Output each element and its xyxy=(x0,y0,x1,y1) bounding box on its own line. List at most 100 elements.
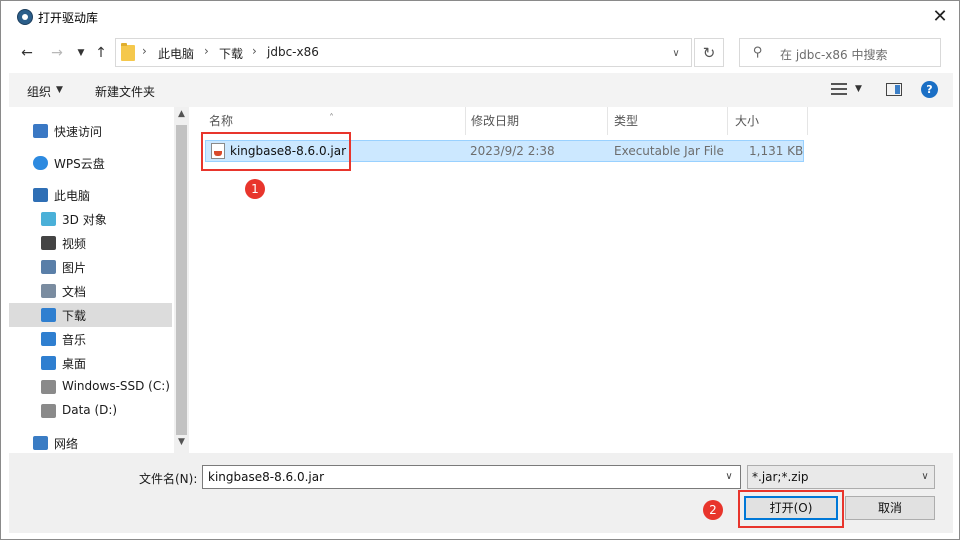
organize-button[interactable]: 组织 xyxy=(27,83,51,100)
open-file-dialog: 打开驱动库 ✕ ← → ▼ ↑ › 此电脑 › 下载 › jdbc-x86 ∨ … xyxy=(0,0,960,540)
search-box[interactable]: ⚲ 在 jdbc-x86 中搜索 xyxy=(739,38,941,67)
search-icon: ⚲ xyxy=(753,45,763,60)
video-icon xyxy=(41,236,56,250)
sidebar-item-desktop[interactable]: 桌面 xyxy=(9,351,172,375)
sidebar-item-label: WPS云盘 xyxy=(54,157,105,171)
sidebar-item-download[interactable]: 下载 xyxy=(9,303,172,327)
view-dropdown-button[interactable]: ▼ xyxy=(855,84,862,94)
sidebar-item-computer[interactable]: 此电脑 xyxy=(9,183,172,207)
jar-file-icon xyxy=(211,143,225,159)
sidebar-item-music[interactable]: 音乐 xyxy=(9,327,172,351)
column-header-size[interactable]: 大小 xyxy=(715,107,805,135)
sidebar-item-network[interactable]: 网络 xyxy=(9,431,172,453)
up-button[interactable]: ↑ xyxy=(91,43,111,63)
chevron-down-icon: ∨ xyxy=(725,471,733,482)
sidebar-item-label: 网络 xyxy=(54,437,79,451)
breadcrumb-jdbc-x86[interactable]: jdbc-x86 xyxy=(267,45,319,59)
breadcrumb-this-pc[interactable]: 此电脑 xyxy=(158,45,194,62)
chevron-right-icon: › xyxy=(142,44,147,58)
address-dropdown-button[interactable]: ∨ xyxy=(668,45,684,61)
open-button[interactable]: 打开(O) xyxy=(744,496,838,520)
chevron-down-icon: ▼ xyxy=(77,48,85,58)
sidebar-item-label: 下载 xyxy=(62,309,87,323)
download-icon xyxy=(41,308,56,322)
filter-dropdown-button[interactable]: ∨ xyxy=(917,469,933,485)
sort-ascending-icon: ˄ xyxy=(329,113,334,124)
dialog-footer: 文件名(N): ∨ *.jar;*.zip ∨ 打开(O) 取消 xyxy=(9,453,953,533)
scroll-down-icon[interactable]: ▼ xyxy=(174,437,189,451)
window-title: 打开驱动库 xyxy=(38,11,99,25)
music-icon xyxy=(41,332,56,346)
filename-dropdown-button[interactable]: ∨ xyxy=(721,469,737,485)
sidebar-item-picture[interactable]: 图片 xyxy=(9,255,172,279)
cancel-button[interactable]: 取消 xyxy=(845,496,935,520)
sidebar-item-label: 音乐 xyxy=(62,333,87,347)
drive-icon xyxy=(41,380,56,394)
file-size: 1,131 KB xyxy=(749,144,804,158)
filename-input[interactable] xyxy=(202,465,741,489)
filename-label: 文件名(N): xyxy=(139,472,198,486)
star-icon xyxy=(33,124,48,138)
navigation-pane: 快速访问 WPS云盘此电脑 3D 对象视频图片文档下载音乐桌面 Windows-SSD… xyxy=(9,107,174,453)
sidebar-item-label: 视频 xyxy=(62,237,87,251)
arrow-left-icon: ← xyxy=(21,45,33,61)
sidebar-item-cloud[interactable]: WPS云盘 xyxy=(9,151,172,175)
back-button[interactable]: ← xyxy=(17,43,37,63)
new-folder-button[interactable]: 新建文件夹 xyxy=(95,83,155,100)
sidebar-item-video[interactable]: 视频 xyxy=(9,231,172,255)
sidebar-item-cube[interactable]: 3D 对象 xyxy=(9,207,172,231)
sidebar-item-star[interactable]: 快速访问 xyxy=(9,119,172,143)
sidebar-item-drive[interactable]: Data (D:) xyxy=(9,399,172,423)
help-icon[interactable]: ? xyxy=(921,81,938,98)
forward-button[interactable]: → xyxy=(47,43,67,63)
column-header-date[interactable]: 修改日期 xyxy=(451,107,591,135)
annotation-marker-step2: 2 xyxy=(703,500,723,520)
title-bar: 打开驱动库 ✕ xyxy=(1,1,959,33)
recent-locations-button[interactable]: ▼ xyxy=(71,43,91,63)
search-placeholder: 在 jdbc-x86 中搜索 xyxy=(780,48,888,62)
drive-icon xyxy=(41,404,56,418)
desktop-icon xyxy=(41,356,56,370)
cloud-icon xyxy=(33,156,48,170)
view-options-icon[interactable] xyxy=(831,82,847,96)
chevron-down-icon: ▼ xyxy=(56,85,63,95)
navigation-scrollbar[interactable]: ▲ ▼ xyxy=(174,107,189,453)
scroll-thumb[interactable] xyxy=(176,125,187,435)
folder-icon xyxy=(121,43,135,61)
file-list: 名称 ˄ 修改日期 类型 大小 kingbase8-8.6.0.jar 2023/… xyxy=(189,107,953,453)
file-type: Executable Jar File xyxy=(614,144,724,158)
chevron-right-icon: › xyxy=(204,44,209,58)
breadcrumb-downloads[interactable]: 下载 xyxy=(219,45,243,62)
arrow-up-icon: ↑ xyxy=(95,45,107,61)
picture-icon xyxy=(41,260,56,274)
address-bar[interactable]: › 此电脑 › 下载 › jdbc-x86 ∨ xyxy=(115,38,692,67)
chevron-right-icon: › xyxy=(252,44,257,58)
file-row[interactable]: kingbase8-8.6.0.jar 2023/9/2 2:38 Execut… xyxy=(205,140,804,162)
annotation-marker-step1: 1 xyxy=(245,179,265,199)
sidebar-item-document[interactable]: 文档 xyxy=(9,279,172,303)
refresh-button[interactable]: ↻ xyxy=(694,38,724,67)
close-button[interactable]: ✕ xyxy=(921,1,959,31)
file-name: kingbase8-8.6.0.jar xyxy=(230,144,347,158)
arrow-right-icon: → xyxy=(51,45,63,61)
preview-pane-icon[interactable] xyxy=(886,83,902,96)
sidebar-item-label: Windows-SSD (C:) xyxy=(62,379,170,393)
app-icon xyxy=(17,9,33,25)
column-header-name[interactable]: 名称 ˄ xyxy=(189,107,465,135)
scroll-up-icon[interactable]: ▲ xyxy=(174,109,189,123)
command-bar: 组织 ▼ 新建文件夹 ▼ ? xyxy=(9,73,953,107)
cube-icon xyxy=(41,212,56,226)
chevron-down-icon: ∨ xyxy=(921,471,929,482)
network-icon xyxy=(33,436,48,450)
column-header-type[interactable]: 类型 xyxy=(594,107,714,135)
sidebar-item-drive[interactable]: Windows-SSD (C:) xyxy=(9,375,172,399)
document-icon xyxy=(41,284,56,298)
close-icon: ✕ xyxy=(932,5,948,27)
sidebar-item-label: 此电脑 xyxy=(54,189,91,203)
file-date: 2023/9/2 2:38 xyxy=(470,144,555,158)
sidebar-item-label: 图片 xyxy=(62,261,87,275)
sidebar-item-label: 文档 xyxy=(62,285,87,299)
sidebar-item-label: 桌面 xyxy=(62,357,87,371)
sidebar-item-label: 3D 对象 xyxy=(62,213,107,227)
file-type-filter[interactable]: *.jar;*.zip xyxy=(747,465,935,489)
